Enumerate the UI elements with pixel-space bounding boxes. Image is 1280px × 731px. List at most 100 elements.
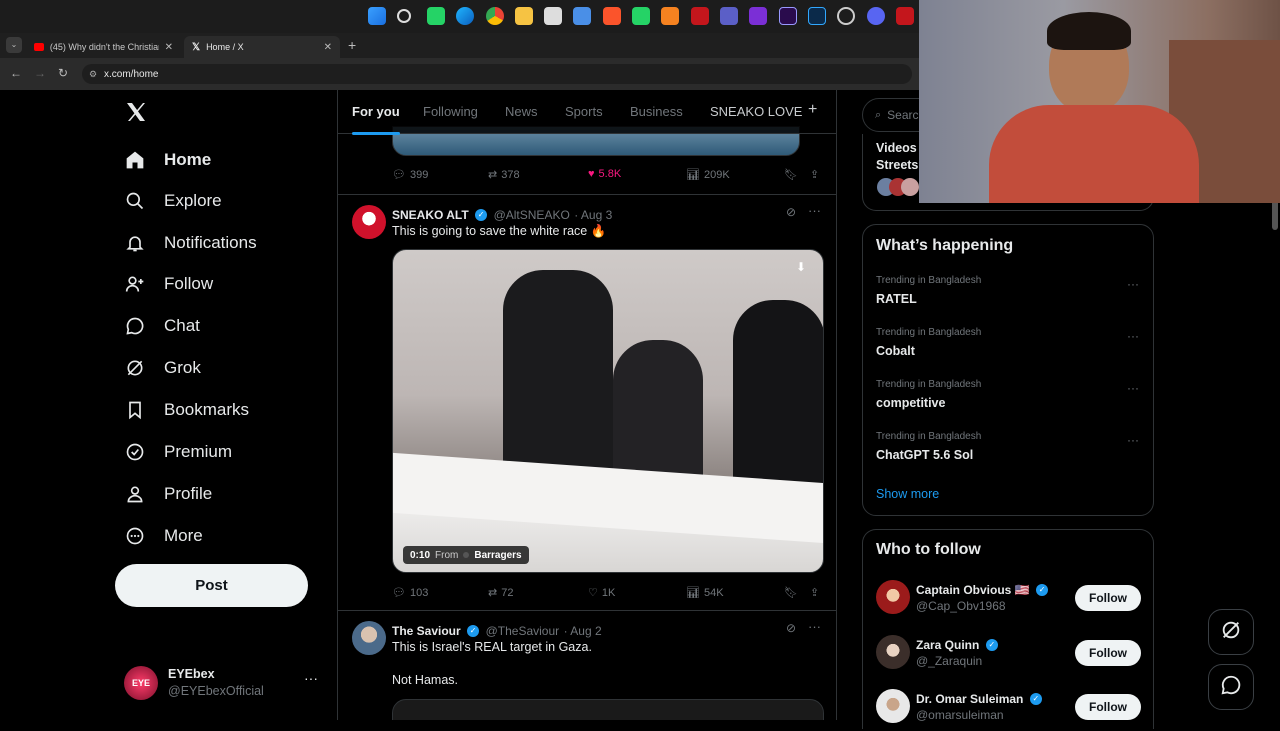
nav-more[interactable]: More: [124, 516, 203, 556]
trend-item[interactable]: Trending in Bangladesh Cobalt ···: [863, 327, 1155, 375]
nav-bookmarks[interactable]: Bookmarks: [124, 390, 249, 430]
x-logo-icon[interactable]: [124, 100, 150, 126]
tweet-video[interactable]: ⬇ 0:10 From Barragers: [392, 249, 824, 573]
views-button[interactable]: 📊︎ 54K: [686, 586, 724, 600]
lightroom-icon[interactable]: [808, 7, 826, 25]
tweet-date[interactable]: · Aug 2: [564, 624, 602, 638]
app-red-icon[interactable]: [691, 7, 709, 25]
grok-fab[interactable]: [1208, 609, 1254, 655]
tab-for-you[interactable]: For you: [352, 104, 400, 135]
author-handle[interactable]: @TheSaviour: [486, 624, 560, 638]
like-button[interactable]: ♥ 5.8K: [588, 168, 621, 180]
tweet-media[interactable]: [392, 699, 824, 720]
more-dots-icon[interactable]: ···: [1127, 433, 1139, 447]
premiere-pro-icon[interactable]: [779, 7, 797, 25]
settings-icon[interactable]: [837, 7, 855, 25]
views-button[interactable]: 📊︎ 209K: [686, 168, 730, 182]
more-dots-icon[interactable]: ···: [808, 203, 821, 218]
trend-item[interactable]: Trending in Bangladesh competitive ···: [863, 379, 1155, 427]
tab-following[interactable]: Following: [423, 104, 478, 119]
nav-grok[interactable]: Grok: [124, 348, 201, 388]
avatar[interactable]: [352, 621, 386, 655]
more-dots-icon[interactable]: ···: [1127, 277, 1139, 291]
more-dots-icon[interactable]: ···: [1127, 381, 1139, 395]
repost-button[interactable]: ⇄ 378: [488, 168, 520, 182]
suggestion-name[interactable]: Dr. Omar Suleiman: [916, 692, 1023, 706]
like-button[interactable]: ♡ 1K: [588, 586, 615, 600]
avatar[interactable]: [876, 580, 910, 614]
app-red-icon[interactable]: [896, 7, 914, 25]
follow-suggestion[interactable]: Zara Quinn ✓ @_Zaraquin Follow: [863, 633, 1155, 677]
browser-tab-x[interactable]: 𝕏 Home / X ✕: [184, 36, 340, 58]
grok-icon[interactable]: ⊘: [786, 205, 796, 219]
chat-fab[interactable]: [1208, 664, 1254, 710]
new-tab-button[interactable]: +: [348, 37, 356, 53]
avatar[interactable]: [352, 205, 386, 239]
share-button[interactable]: ⇪: [810, 168, 819, 181]
add-tab-button[interactable]: +: [808, 101, 817, 119]
bookmark-button[interactable]: 🔖︎: [784, 168, 798, 181]
grok-icon[interactable]: ⊘: [786, 621, 796, 635]
download-icon[interactable]: ⬇: [791, 260, 811, 278]
nav-profile[interactable]: Profile: [124, 474, 212, 514]
avatar[interactable]: [876, 689, 910, 723]
follow-button[interactable]: Follow: [1075, 694, 1141, 720]
post-button[interactable]: Post: [115, 564, 308, 607]
author-handle[interactable]: @AltSNEAKO: [494, 208, 570, 222]
suggestion-name[interactable]: Captain Obvious 🇺🇸: [916, 583, 1030, 597]
close-tab-icon[interactable]: ✕: [324, 42, 332, 53]
more-dots-icon[interactable]: ···: [1127, 329, 1139, 343]
reload-icon[interactable]: ↻: [58, 66, 68, 80]
forward-icon[interactable]: →: [34, 66, 46, 80]
nav-follow[interactable]: Follow: [124, 264, 213, 304]
show-more-link[interactable]: Show more: [876, 487, 939, 501]
follow-button[interactable]: Follow: [1075, 640, 1141, 666]
nav-explore[interactable]: Explore: [124, 181, 222, 221]
nav-premium[interactable]: Premium: [124, 432, 232, 472]
tab-business[interactable]: Business: [630, 104, 683, 119]
share-button[interactable]: ⇪: [810, 586, 819, 599]
follow-suggestion[interactable]: Dr. Omar Suleiman ✓ @omarsuleiman Follow: [863, 687, 1155, 731]
trend-item[interactable]: Trending in Bangladesh RATEL ···: [863, 275, 1155, 323]
tab-sports[interactable]: Sports: [565, 104, 603, 119]
follow-suggestion[interactable]: Captain Obvious 🇺🇸 ✓ @Cap_Obv1968 Follow: [863, 578, 1155, 622]
chrome-icon[interactable]: [486, 7, 504, 25]
whatsapp-icon[interactable]: [427, 7, 445, 25]
address-bar[interactable]: ⚙ x.com/home: [82, 64, 912, 84]
more-dots-icon[interactable]: ···: [304, 670, 318, 686]
app-purple-icon[interactable]: [749, 7, 767, 25]
search-icon[interactable]: [397, 9, 411, 23]
edge-icon[interactable]: [456, 7, 474, 25]
back-icon[interactable]: ←: [10, 66, 22, 80]
suggestion-name[interactable]: Zara Quinn: [916, 638, 979, 652]
store-icon[interactable]: [544, 7, 562, 25]
file-explorer-icon[interactable]: [515, 7, 533, 25]
bookmark-button[interactable]: 🔖︎: [784, 586, 798, 599]
site-info-icon[interactable]: ⚙: [89, 69, 97, 80]
windows-start-icon[interactable]: [368, 7, 386, 25]
reply-button[interactable]: 💬︎ 103: [392, 586, 428, 600]
whatsapp-icon[interactable]: [632, 7, 650, 25]
more-dots-icon[interactable]: ···: [808, 619, 821, 634]
tab-news[interactable]: News: [505, 104, 538, 119]
teams-icon[interactable]: [720, 7, 738, 25]
trend-item[interactable]: Trending in Bangladesh ChatGPT 5.6 Sol ·…: [863, 431, 1155, 479]
video-source[interactable]: Barragers: [474, 550, 521, 561]
nav-notifications[interactable]: Notifications: [124, 223, 257, 263]
author-name[interactable]: SNEAKO ALT: [392, 208, 469, 222]
app-icon[interactable]: [573, 7, 591, 25]
reply-button[interactable]: 💬︎ 399: [392, 168, 428, 182]
account-switcher[interactable]: EYE EYEbex @EYEbexOfficial ···: [124, 662, 324, 702]
nav-chat[interactable]: Chat: [124, 306, 200, 346]
discord-icon[interactable]: [867, 7, 885, 25]
vlc-icon[interactable]: [661, 7, 679, 25]
tweet[interactable]: SNEAKO ALT ✓ @AltSNEAKO · Aug 3 ⊘ ··· Th…: [338, 195, 836, 610]
brave-icon[interactable]: [603, 7, 621, 25]
tab-sneako-love[interactable]: SNEAKO LOVE: [710, 104, 802, 119]
avatar[interactable]: [876, 635, 910, 669]
follow-button[interactable]: Follow: [1075, 585, 1141, 611]
author-name[interactable]: The Saviour: [392, 624, 461, 638]
browser-tab-youtube[interactable]: (45) Why didn't the Christians f ✕: [26, 36, 181, 58]
repost-button[interactable]: ⇄ 72: [488, 586, 513, 600]
close-tab-icon[interactable]: ✕: [165, 42, 173, 53]
